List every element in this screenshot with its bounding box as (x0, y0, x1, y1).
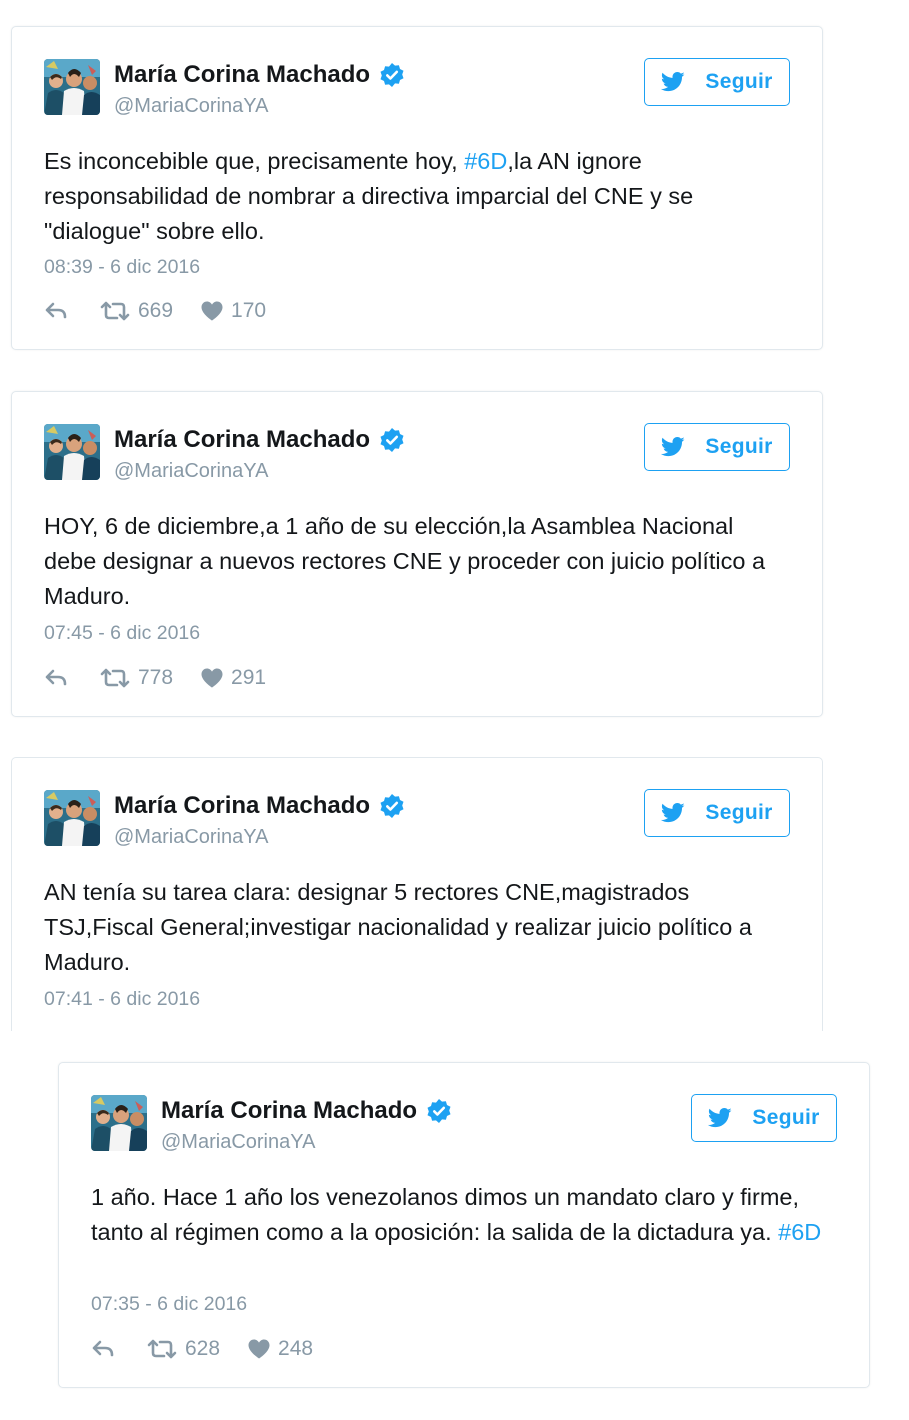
tweet-actions: 669 170 (44, 299, 294, 323)
avatar[interactable] (44, 59, 100, 115)
tweet-text-segment: HOY, 6 de diciembre,a 1 año de su elecci… (44, 513, 766, 609)
retweet-icon (100, 301, 130, 321)
avatar[interactable] (44, 424, 100, 480)
tweet-text-segment: AN tenía su tarea clara: designar 5 rect… (44, 879, 752, 975)
like-count: 170 (231, 299, 267, 322)
retweet-button[interactable]: 778 (100, 666, 173, 690)
author-handle[interactable]: @MariaCorinaYA (114, 460, 268, 483)
author-row: María Corina Machado (114, 792, 405, 820)
tweet-timestamp[interactable]: 07:35 - 6 dic 2016 (91, 1293, 247, 1316)
author-name[interactable]: María Corina Machado (114, 61, 370, 89)
avatar[interactable] (44, 790, 100, 846)
verified-badge-icon (426, 1098, 452, 1124)
follow-button-label: Seguir (705, 435, 773, 458)
tweet-timestamp[interactable]: 07:45 - 6 dic 2016 (44, 622, 200, 645)
like-count: 291 (231, 666, 267, 689)
author-row: María Corina Machado (114, 61, 405, 89)
follow-button[interactable]: Seguir (644, 58, 790, 106)
retweet-icon (147, 1339, 177, 1359)
tweet-timestamp[interactable]: 07:41 - 6 dic 2016 (44, 988, 200, 1011)
reply-button[interactable] (44, 668, 68, 688)
heart-icon (201, 668, 223, 688)
follow-button[interactable]: Seguir (691, 1094, 837, 1142)
like-button[interactable]: 291 (201, 666, 266, 690)
verified-badge-icon (379, 427, 405, 453)
author-name[interactable]: María Corina Machado (114, 792, 370, 820)
tweet-text: 1 año. Hace 1 año los venezolanos dimos … (91, 1180, 839, 1250)
author-row: María Corina Machado (161, 1097, 452, 1125)
retweet-count: 778 (138, 666, 174, 689)
retweet-count: 628 (185, 1337, 221, 1360)
like-button[interactable]: 170 (201, 299, 266, 323)
tweet-text: HOY, 6 de diciembre,a 1 año de su elecci… (44, 509, 792, 614)
reply-icon (44, 668, 68, 688)
hashtag-link[interactable]: #6D (464, 148, 507, 174)
avatar-image (44, 59, 100, 115)
tweet-card: María Corina Machado @MariaCorinaYA Seguir… (11, 26, 823, 350)
retweet-count: 669 (138, 299, 174, 322)
retweet-button[interactable]: 628 (147, 1337, 220, 1361)
tweet-text: AN tenía su tarea clara: designar 5 rect… (44, 875, 792, 980)
reply-button[interactable] (44, 301, 68, 321)
avatar-image (44, 790, 100, 846)
tweet-text-segment: 1 año. Hace 1 año los venezolanos dimos … (91, 1184, 800, 1245)
retweet-button[interactable]: 669 (100, 299, 173, 323)
like-count: 248 (278, 1337, 314, 1360)
tweet-timestamp[interactable]: 08:39 - 6 dic 2016 (44, 256, 200, 279)
heart-icon (248, 1339, 270, 1359)
tweet-actions: 628 248 (91, 1337, 341, 1361)
author-name[interactable]: María Corina Machado (114, 426, 370, 454)
author-name[interactable]: María Corina Machado (161, 1097, 417, 1125)
follow-button[interactable]: Seguir (644, 789, 790, 837)
tweet-card: María Corina Machado @MariaCorinaYA Seguir… (11, 757, 823, 1031)
tweet-text: Es inconcebible que, precisamente hoy, #… (44, 144, 792, 249)
hashtag-link[interactable]: #6D (778, 1219, 821, 1245)
reply-icon (91, 1339, 115, 1359)
author-handle[interactable]: @MariaCorinaYA (161, 1131, 315, 1154)
twitter-bird-icon (661, 437, 695, 457)
twitter-bird-icon (661, 803, 695, 823)
avatar-image (44, 424, 100, 480)
follow-button-label: Seguir (705, 801, 773, 824)
tweet-text-segment: Es inconcebible que, precisamente hoy, (44, 148, 465, 174)
avatar-image (91, 1095, 147, 1151)
twitter-bird-icon (708, 1108, 742, 1128)
reply-icon (44, 301, 68, 321)
follow-button[interactable]: Seguir (644, 423, 790, 471)
follow-button-label: Seguir (752, 1106, 820, 1129)
retweet-icon (100, 668, 130, 688)
follow-button-label: Seguir (705, 70, 773, 93)
author-handle[interactable]: @MariaCorinaYA (114, 826, 268, 849)
author-row: María Corina Machado (114, 426, 405, 454)
verified-badge-icon (379, 793, 405, 819)
reply-button[interactable] (91, 1339, 115, 1359)
heart-icon (201, 301, 223, 321)
tweet-actions: 778 291 (44, 666, 294, 690)
tweet-card: María Corina Machado @MariaCorinaYA Seguir… (58, 1062, 870, 1388)
author-handle[interactable]: @MariaCorinaYA (114, 95, 268, 118)
avatar[interactable] (91, 1095, 147, 1151)
tweet-card: María Corina Machado @MariaCorinaYA Seguir… (11, 391, 823, 717)
twitter-bird-icon (661, 72, 695, 92)
like-button[interactable]: 248 (248, 1337, 313, 1361)
verified-badge-icon (379, 62, 405, 88)
